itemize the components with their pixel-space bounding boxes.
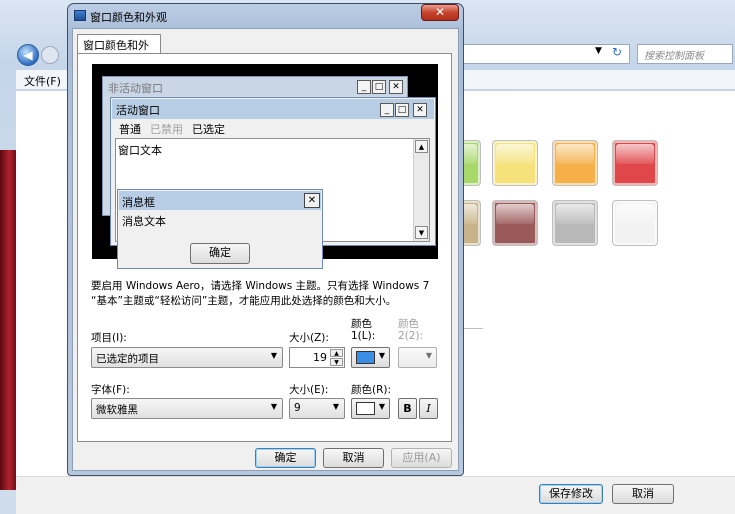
apply-button: 应用(A) <box>391 448 452 468</box>
window-icon <box>74 10 86 21</box>
color2-label-line1: 颜色 <box>398 318 419 330</box>
maximize-icon: □ <box>372 80 386 94</box>
font-size-value: 9 <box>294 402 301 414</box>
close-icon: ✕ <box>389 80 403 94</box>
cancel-button[interactable]: 取消 <box>612 484 674 504</box>
chevron-down-icon: ▼ <box>425 351 432 360</box>
font-select[interactable]: 微软雅黑 ▼ <box>91 398 283 419</box>
address-dropdown-icon[interactable]: ▼ <box>595 46 602 56</box>
font-color-label: 颜色(R): <box>351 384 392 396</box>
chevron-down-icon: ▼ <box>378 402 385 411</box>
preview-menu-normal[interactable]: 普通 <box>119 121 141 137</box>
color-swatch[interactable] <box>552 140 598 186</box>
chevron-down-icon: ▼ <box>270 351 277 360</box>
color1-label-line1: 颜色 <box>351 318 372 330</box>
color-swatch[interactable] <box>492 200 538 246</box>
item-label: 项目(I): <box>91 332 127 344</box>
refresh-icon[interactable]: ↻ <box>612 45 630 63</box>
color2-picker: ▼ <box>398 347 437 368</box>
spin-up-icon[interactable]: ▲ <box>330 349 343 357</box>
spin-down-icon[interactable]: ▼ <box>330 358 343 366</box>
color1-label-line2: 1(L): <box>351 330 376 342</box>
dialog-title: 窗口颜色和外观 <box>90 11 167 24</box>
font-label: 字体(F): <box>91 384 130 396</box>
color1-chip <box>356 351 375 364</box>
address-bar[interactable] <box>460 44 630 64</box>
cancel-button[interactable]: 取消 <box>323 448 384 468</box>
scroll-up-icon[interactable]: ▲ <box>415 140 428 153</box>
color1-picker[interactable]: ▼ <box>351 347 390 368</box>
save-changes-button[interactable]: 保存修改 <box>539 484 603 504</box>
size-value: 19 <box>313 351 327 364</box>
close-icon: ✕ <box>304 193 320 208</box>
item-select-value: 已选定的项目 <box>96 353 159 365</box>
back-button[interactable]: ◀ <box>17 44 39 66</box>
font-color-picker[interactable]: ▼ <box>351 398 390 419</box>
preview-msgbox-text[interactable]: 消息文本 <box>122 213 166 229</box>
minimize-icon: _ <box>380 103 394 117</box>
color-swatch[interactable] <box>612 140 658 186</box>
size-label: 大小(Z): <box>289 332 329 344</box>
font-size-label: 大小(E): <box>289 384 329 396</box>
search-input[interactable]: 搜索控制面板 <box>637 44 733 64</box>
close-icon[interactable]: ✕ <box>421 4 459 21</box>
chevron-down-icon: ▼ <box>378 351 385 360</box>
color-swatch[interactable] <box>552 200 598 246</box>
forward-button[interactable] <box>41 46 59 64</box>
font-size-select[interactable]: 9 ▼ <box>289 398 345 419</box>
font-color-chip <box>356 402 375 415</box>
chevron-down-icon: ▼ <box>270 402 277 411</box>
scroll-down-icon[interactable]: ▼ <box>415 226 428 239</box>
preview-msgbox-title[interactable]: 消息框 <box>119 191 321 210</box>
tab-window-color[interactable]: 窗口颜色和外观 <box>77 34 161 68</box>
item-select[interactable]: 已选定的项目 ▼ <box>91 347 283 368</box>
preview-menu-bar: 普通 已禁用 已选定 <box>112 119 434 137</box>
chevron-down-icon: ▼ <box>332 402 339 411</box>
bold-button[interactable]: B <box>398 398 417 419</box>
color-swatch[interactable] <box>492 140 538 186</box>
preview-menu-disabled[interactable]: 已禁用 <box>150 121 183 137</box>
preview-menu-selected[interactable]: 已选定 <box>192 121 225 137</box>
italic-button[interactable]: I <box>419 398 438 419</box>
menu-file[interactable]: 文件(F) <box>24 73 61 89</box>
size-stepper[interactable]: 19 ▲ ▼ <box>289 347 345 368</box>
ok-button[interactable]: 确定 <box>255 448 316 468</box>
desktop-wallpaper-edge <box>0 150 16 490</box>
preview-ok-button[interactable]: 确定 <box>190 243 250 264</box>
color-swatch[interactable] <box>612 200 658 246</box>
font-select-value: 微软雅黑 <box>96 404 138 416</box>
aero-note: 要启用 Windows Aero，请选择 Windows 主题。只有选择 Win… <box>91 280 430 307</box>
close-icon: ✕ <box>413 103 427 117</box>
maximize-icon: □ <box>395 103 409 117</box>
color2-label-line2: 2(2): <box>398 330 424 342</box>
preview-scrollbar[interactable]: ▲ ▼ <box>413 139 429 241</box>
minimize-icon: _ <box>357 80 371 94</box>
